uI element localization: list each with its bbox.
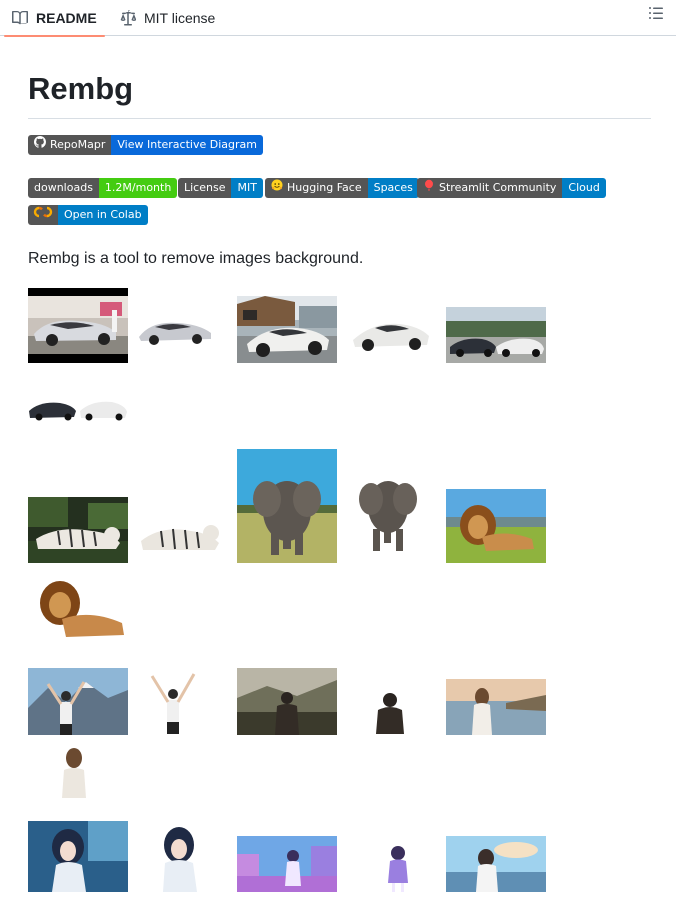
tab-readme[interactable]: README [4,0,105,37]
car-cutout-image [137,313,213,348]
lion-original-image [446,489,546,563]
github-icon [34,135,46,155]
book-icon [12,10,28,26]
anime-girl-original-image [28,821,128,892]
hugging-face-icon [271,178,283,198]
anime-city-original-image [237,836,337,892]
tab-license-label: MIT license [144,10,216,26]
open-in-colab-badge[interactable]: Open in Colab [28,205,148,225]
girl-hat-cutout-image [372,690,408,734]
anime-sky-original-image [446,836,546,892]
license-badge[interactable]: License MIT [178,178,263,198]
supercar-original-image [237,296,337,363]
supercar-cutout-image [351,318,431,353]
downloads-badge[interactable]: downloads 1.2M/month [28,178,178,198]
elephant-original-image [237,449,337,563]
woman-coast-original-image [446,679,546,735]
tab-license[interactable]: MIT license [120,0,230,36]
title-divider [28,118,651,119]
intro-text: Rembg is a tool to remove images backgro… [28,250,364,267]
repomapr-badge[interactable]: RepoMapr View Interactive Diagram [28,135,263,155]
table-of-contents-button[interactable] [646,4,666,22]
page-title: Rembg [28,71,134,106]
elephant-cutout-image [351,473,425,553]
lion-cutout-image [32,579,128,641]
hugging-face-badge[interactable]: Hugging Face Spaces [265,178,419,198]
streamlit-icon [423,178,435,198]
list-icon [649,7,663,19]
girl-hat-original-image [237,668,337,735]
law-scale-icon [120,10,136,26]
anime-city-cutout-image [382,843,418,892]
tiger-cutout-image [137,513,223,554]
anime-girl-cutout-image [155,821,205,892]
streamlit-badge[interactable]: Streamlit Community Cloud [417,178,606,198]
girl-mountains-cutout-image [144,672,202,734]
two-cars-original-image [446,307,546,363]
tiger-original-image [28,497,128,563]
colab-icon [33,205,53,225]
woman-coast-cutout-image [58,748,94,798]
girl-mountains-original-image [28,668,128,735]
readme-tab-bar: README MIT license [0,0,676,37]
tab-readme-label: README [36,10,97,26]
car-original-image [28,288,128,363]
two-cars-cutout-image [28,397,128,421]
